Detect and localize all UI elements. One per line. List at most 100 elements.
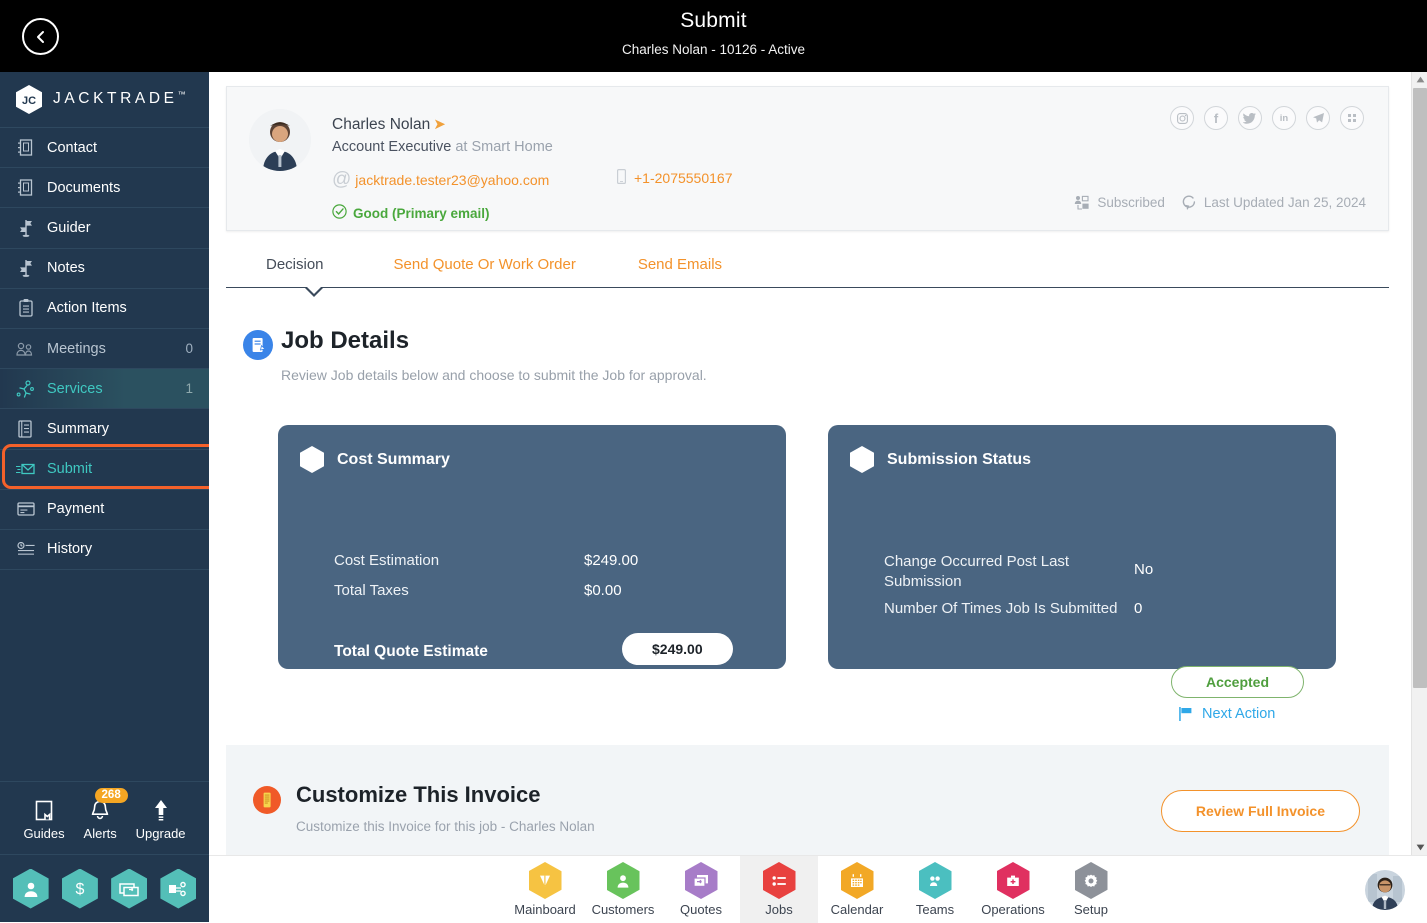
tab-send-emails[interactable]: Send Emails xyxy=(638,250,722,279)
instagram-icon[interactable] xyxy=(1170,106,1194,130)
row-label: Number Of Times Job Is Submitted xyxy=(884,600,1134,617)
sidebar-item-documents[interactable]: Documents xyxy=(0,168,209,208)
customize-invoice-subtitle: Customize this Invoice for this job - Ch… xyxy=(296,819,595,834)
twitter-icon[interactable] xyxy=(1238,106,1262,130)
sidebar-item-submit[interactable]: Submit xyxy=(0,450,209,490)
dollar-hex-icon[interactable]: $ xyxy=(62,869,98,909)
sidebar-item-label: Submit xyxy=(47,461,193,477)
sidebar-item-action-items[interactable]: Action Items xyxy=(0,289,209,329)
customize-invoice-band: Customize This Invoice Customize this In… xyxy=(226,745,1389,855)
next-action-label: Next Action xyxy=(1202,706,1275,722)
share-arrow-icon[interactable]: ➤ xyxy=(433,116,446,133)
row-label: Change Occurred Post Last Submission xyxy=(884,552,1134,593)
bottom-nav-jobs[interactable]: Jobs xyxy=(740,856,818,923)
contact-phone-row[interactable]: +1-2075550167 xyxy=(617,169,733,187)
contact-email[interactable]: jacktrade.tester23@yahoo.com xyxy=(355,172,549,188)
job-status-label: Job Status xyxy=(884,677,963,695)
upgrade-label: Upgrade xyxy=(136,826,186,841)
quotes-icon xyxy=(685,862,718,899)
subscribed-icon xyxy=(1074,195,1090,210)
scroll-down-arrow-icon[interactable] xyxy=(1412,840,1427,855)
person-hex-icon[interactable] xyxy=(13,869,49,909)
bottom-nav-mainboard[interactable]: Mainboard xyxy=(506,856,584,923)
scroll-up-arrow-icon[interactable] xyxy=(1412,72,1427,87)
bottom-nav-items: Mainboard Customers Quotes Jobs Calendar xyxy=(209,856,1427,923)
bottom-nav-label: Teams xyxy=(916,902,954,917)
review-full-invoice-button[interactable]: Review Full Invoice xyxy=(1161,790,1360,832)
sidebar-item-payment[interactable]: Payment xyxy=(0,490,209,530)
bottom-nav-teams[interactable]: Teams xyxy=(896,856,974,923)
workflow-hex-icon[interactable] xyxy=(160,869,196,909)
sidebar-item-label: Payment xyxy=(47,501,193,517)
linkedin-icon[interactable]: in xyxy=(1272,106,1296,130)
contact-summary-card: Charles Nolan➤ Account Executive at Smar… xyxy=(226,86,1389,231)
apps-grid-icon[interactable] xyxy=(1340,106,1364,130)
job-details-title: Job Details xyxy=(281,327,409,355)
sidebar-item-label: Notes xyxy=(47,260,193,276)
vertical-scrollbar[interactable] xyxy=(1411,72,1427,855)
social-links: f in xyxy=(1170,106,1364,130)
meeting-icon xyxy=(16,339,35,358)
row-label: Total Taxes xyxy=(334,582,584,599)
job-status-badge[interactable]: Accepted xyxy=(1171,666,1304,698)
sidebar-item-guider[interactable]: Guider xyxy=(0,208,209,248)
submission-status-header: Submission Status xyxy=(850,446,1031,473)
contact-role-row: Account Executive at Smart Home xyxy=(332,139,553,155)
total-quote-estimate-label: Total Quote Estimate xyxy=(334,643,488,661)
row-value: 0 xyxy=(1134,600,1142,617)
alerts-button[interactable]: 268 Alerts xyxy=(84,796,117,841)
bottom-nav-calendar[interactable]: Calendar xyxy=(818,856,896,923)
sidebar-item-history[interactable]: History xyxy=(0,530,209,570)
contact-phone[interactable]: +1-2075550167 xyxy=(634,170,733,186)
signpost-icon xyxy=(16,259,35,278)
sidebar-quick-actions: $ xyxy=(0,855,209,922)
sidebar-item-label: Contact xyxy=(47,140,193,156)
bottom-nav-label: Calendar xyxy=(831,902,884,917)
sidebar-item-label: Guider xyxy=(47,220,193,236)
bottom-nav-operations[interactable]: Operations xyxy=(974,856,1052,923)
email-status-badge: Good (Primary email) xyxy=(332,204,490,222)
email-status-text: Good (Primary email) xyxy=(353,206,490,221)
bottom-nav-label: Quotes xyxy=(680,902,722,917)
facebook-icon[interactable]: f xyxy=(1204,106,1228,130)
money-hex-icon[interactable] xyxy=(111,869,147,909)
sidebar-item-meetings[interactable]: Meetings 0 xyxy=(0,329,209,369)
guides-button[interactable]: Guides xyxy=(23,796,64,841)
credit-card-icon xyxy=(16,500,35,519)
bottom-nav-customers[interactable]: Customers xyxy=(584,856,662,923)
bottom-nav-label: Operations xyxy=(981,902,1045,917)
tab-send-quote-or-work-order[interactable]: Send Quote Or Work Order xyxy=(394,250,576,279)
brand-logo[interactable]: JC JACKTRADE™ xyxy=(0,72,209,128)
sidebar-footer: Guides 268 Alerts Upgrade xyxy=(0,781,209,855)
table-row: Total Taxes $0.00 xyxy=(334,582,622,599)
tab-decision[interactable]: Decision xyxy=(266,250,324,279)
sidebar-item-summary[interactable]: Summary xyxy=(0,409,209,449)
sidebar: JC JACKTRADE™ Contact Documents Guider xyxy=(0,72,209,922)
active-tab-caret-inner xyxy=(307,287,321,294)
contact-email-row[interactable]: @ jacktrade.tester23@yahoo.com xyxy=(332,169,549,191)
page-subtitle: Charles Nolan - 10126 - Active xyxy=(0,42,1427,57)
summary-book-icon xyxy=(16,419,35,438)
sidebar-item-services[interactable]: Services 1 xyxy=(0,369,209,409)
main-content: Charles Nolan➤ Account Executive at Smar… xyxy=(209,72,1427,922)
sidebar-item-contact[interactable]: Contact xyxy=(0,128,209,168)
telegram-icon[interactable] xyxy=(1306,106,1330,130)
bottom-nav-label: Jobs xyxy=(765,902,792,917)
upgrade-button[interactable]: Upgrade xyxy=(136,796,186,841)
cost-summary-title: Cost Summary xyxy=(337,451,450,469)
vertical-scroll-thumb[interactable] xyxy=(1413,88,1427,688)
hexagon-bullet-icon xyxy=(850,446,874,473)
sidebar-item-label: Summary xyxy=(47,421,193,437)
submission-status-title: Submission Status xyxy=(887,451,1031,469)
bottom-nav-quotes[interactable]: Quotes xyxy=(662,856,740,923)
at-icon: @ xyxy=(332,169,351,191)
role-at: at xyxy=(451,139,471,155)
last-updated-label: Last Updated Jan 25, 2024 xyxy=(1204,195,1366,210)
sidebar-item-notes[interactable]: Notes xyxy=(0,249,209,289)
bottom-nav-setup[interactable]: Setup xyxy=(1052,856,1130,923)
guides-label: Guides xyxy=(23,826,64,841)
sidebar-item-label: History xyxy=(47,541,193,557)
cost-summary-card: Cost Summary Cost Estimation $249.00 Tot… xyxy=(278,425,786,669)
next-action-link[interactable]: Next Action xyxy=(1178,706,1275,722)
user-avatar[interactable] xyxy=(1365,870,1405,910)
